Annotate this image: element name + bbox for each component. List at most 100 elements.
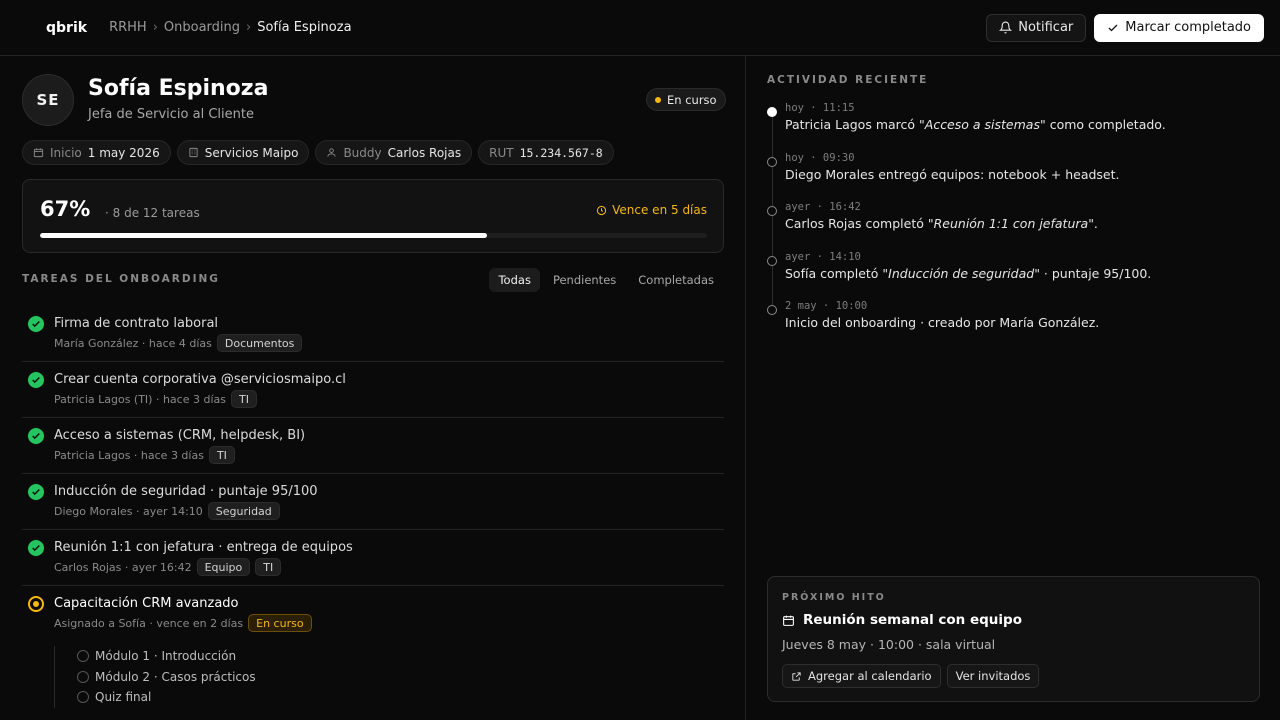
filter-pending[interactable]: Pendientes: [544, 268, 625, 292]
task-tag: TI: [231, 390, 257, 408]
task-filters: Todas Pendientes Completadas: [489, 268, 723, 292]
status-badge: En curso: [248, 614, 312, 632]
task-list: Firma de contrato laboral María González …: [22, 306, 724, 642]
chip-value: Carlos Rojas: [387, 145, 462, 160]
activity-event: 2 may · 10:00 Inicio del onboarding · cre…: [767, 300, 1257, 350]
task-tag: TI: [208, 446, 235, 464]
empty-circle-icon[interactable]: [77, 650, 89, 663]
notify-label: Notificar: [1018, 20, 1074, 35]
event-time: ayer · 16:42: [785, 201, 861, 213]
chip-value: Servicios Maipo: [204, 145, 299, 160]
subtask-item[interactable]: Módulo 1 · Introducción: [77, 646, 256, 667]
view-guests-button[interactable]: Ver invitados: [946, 664, 1040, 688]
task-row[interactable]: Firma de contrato laboral María González …: [22, 306, 724, 362]
add-to-calendar-button[interactable]: Agregar al calendario: [782, 664, 941, 688]
check-circle-icon[interactable]: [28, 484, 44, 500]
check-circle-icon[interactable]: [28, 316, 44, 332]
breadcrumb-item-rrhh[interactable]: RRHH: [109, 20, 147, 35]
activity-timeline: hoy · 11:15 Patricia Lagos marcó "Acceso …: [767, 102, 1257, 350]
progress-bar: [40, 233, 707, 238]
task-meta-text: Asignado a Sofía · vence en 2 días: [54, 616, 244, 630]
event-text-pre: Inicio del onboarding · creado por María…: [785, 315, 1100, 330]
activity-title: ACTIVIDAD RECIENTE: [767, 74, 929, 86]
task-meta: Carlos Rojas · ayer 16:42 Equipo TI: [54, 558, 282, 576]
event-text-pre: Diego Morales entregó equipos: notebook …: [785, 166, 1120, 182]
event-time: 2 may · 10:00: [785, 300, 868, 312]
timeline-node-icon: [767, 206, 777, 216]
event-text-em: Acceso a sistemas: [924, 117, 1040, 132]
empty-circle-icon[interactable]: [77, 691, 89, 704]
bell-icon: [999, 21, 1013, 34]
timeline-node-icon: [767, 107, 777, 117]
breadcrumb: RRHH › Onboarding › Sofía Espinoza: [109, 20, 351, 35]
task-row[interactable]: Capacitación CRM avanzado Asignado a Sofí…: [22, 586, 724, 642]
progress-card: 67% · 8 de 12 tareas Vence en 5 días: [22, 179, 724, 253]
subtask-item[interactable]: Módulo 2 · Casos prácticos: [77, 667, 256, 688]
breadcrumb-item-current: Sofía Espinoza: [257, 20, 352, 35]
task-tag: TI: [255, 558, 282, 576]
chip-key: RUT: [489, 145, 514, 160]
task-row[interactable]: Reunión 1:1 con jefatura · entrega de eq…: [22, 530, 724, 586]
task-meta-text: María González · hace 4 días: [54, 336, 212, 350]
chip-value: 15.234.567-8: [519, 145, 603, 160]
filter-all[interactable]: Todas: [489, 268, 540, 292]
subtask-item[interactable]: Quiz final: [77, 687, 256, 708]
due-indicator: Vence en 5 días: [596, 203, 707, 217]
chip-key: Inicio: [50, 145, 82, 160]
milestone-label: PRÓXIMO HITO: [782, 592, 886, 603]
task-title: Inducción de seguridad · puntaje 95/100: [54, 484, 318, 499]
event-text-pre: Carlos Rojas completó ": [785, 216, 934, 231]
mark-complete-button[interactable]: Marcar completado: [1094, 13, 1264, 42]
notify-button[interactable]: Notificar: [986, 13, 1087, 42]
task-tag: Documentos: [216, 334, 303, 352]
event-text-post: " · puntaje 95/100.: [1034, 265, 1152, 281]
task-title: Acceso a sistemas (CRM, helpdesk, BI): [54, 428, 306, 443]
external-link-icon: [792, 671, 801, 681]
task-meta-text: Patricia Lagos (TI) · hace 3 días: [54, 392, 226, 406]
calendar-icon: [783, 615, 794, 626]
event-text-post: ".: [1088, 216, 1098, 231]
check-circle-icon[interactable]: [28, 372, 44, 388]
building-icon: [189, 147, 198, 158]
task-row[interactable]: Acceso a sistemas (CRM, helpdesk, BI) Pat…: [22, 418, 724, 474]
user-icon: [327, 148, 337, 157]
task-meta-text: Patricia Lagos · hace 3 días: [54, 448, 204, 462]
chip-company[interactable]: Servicios Maipo: [176, 140, 310, 165]
task-meta: Diego Morales · ayer 14:10 Seguridad: [54, 502, 280, 520]
event-time: hoy · 11:15: [785, 102, 855, 114]
task-title: Capacitación CRM avanzado: [54, 596, 239, 611]
task-row[interactable]: Inducción de seguridad · puntaje 95/100 D…: [22, 474, 724, 530]
filter-completed[interactable]: Completadas: [629, 268, 723, 292]
event-text-em: Inducción de seguridad: [888, 265, 1035, 281]
top-bar: qbrik RRHH › Onboarding › Sofía Espinoza…: [0, 0, 1280, 56]
event-text: Sofía completó "Inducción de seguridad" …: [785, 266, 1257, 281]
activity-event: hoy · 11:15 Patricia Lagos marcó "Acceso …: [767, 102, 1257, 152]
activity-event: ayer · 16:42 Carlos Rojas completó "Reuni…: [767, 201, 1257, 251]
milestone-title: Reunión semanal con equipo: [782, 612, 1022, 628]
empty-circle-icon[interactable]: [77, 670, 89, 683]
add-to-calendar-label: Agregar al calendario: [808, 669, 932, 683]
in-progress-icon[interactable]: [28, 596, 44, 612]
task-meta: Asignado a Sofía · vence en 2 días En cur…: [54, 614, 312, 632]
breadcrumb-item-onboarding[interactable]: Onboarding: [164, 20, 240, 35]
employee-role: Jefa de Servicio al Cliente: [88, 107, 254, 122]
event-text: Patricia Lagos marcó "Acceso a sistemas"…: [785, 117, 1257, 132]
chevron-right-icon: ›: [246, 20, 252, 35]
task-row[interactable]: Crear cuenta corporativa @serviciosmaipo…: [22, 362, 724, 418]
event-text-post: " como completado.: [1039, 117, 1166, 132]
task-title: Crear cuenta corporativa @serviciosmaipo…: [54, 372, 346, 387]
timeline-node-icon: [767, 255, 777, 266]
progress-bar-fill: [40, 233, 487, 238]
app-logo[interactable]: qbrik: [46, 20, 87, 36]
check-circle-icon[interactable]: [28, 428, 44, 444]
event-text: Inicio del onboarding · creado por María…: [785, 315, 1257, 330]
chip-buddy[interactable]: Buddy Carlos Rojas: [315, 140, 473, 165]
milestone-title-text: Reunión semanal con equipo: [803, 612, 1022, 628]
task-tag: Equipo: [196, 558, 251, 576]
event-time: hoy · 09:30: [785, 151, 855, 164]
task-title: Firma de contrato laboral: [54, 316, 219, 331]
subtask-label: Módulo 2 · Casos prácticos: [95, 669, 256, 684]
chip-value: 1 may 2026: [87, 145, 160, 160]
chip-key: Buddy: [343, 145, 382, 160]
check-circle-icon[interactable]: [28, 540, 44, 556]
